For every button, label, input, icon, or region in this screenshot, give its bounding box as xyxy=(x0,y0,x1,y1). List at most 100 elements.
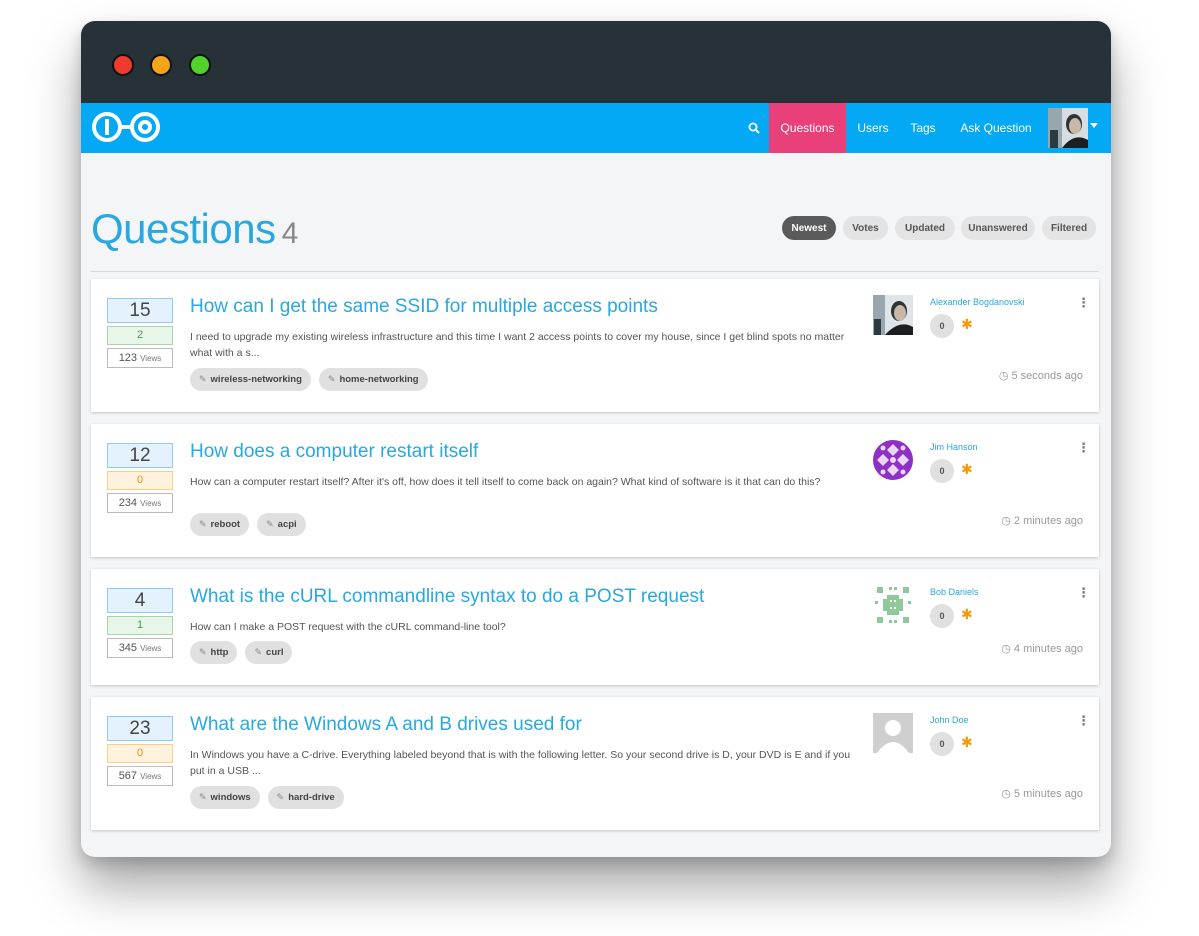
question-card: 4 1 345 Views What is the cURL commandli… xyxy=(91,569,1099,685)
views-label: Views xyxy=(140,499,162,508)
answer-count: 0 xyxy=(107,744,173,763)
views-label: Views xyxy=(140,644,162,653)
question-title[interactable]: How does a computer restart itself xyxy=(190,441,478,463)
tag-chip[interactable]: ✎ hard-drive xyxy=(267,786,344,809)
more-options-icon[interactable]: ⋮ xyxy=(1077,713,1090,729)
views-label: Views xyxy=(140,772,162,781)
tag-chip[interactable]: ✎ reboot xyxy=(190,513,250,536)
view-count: 567 Views xyxy=(107,766,173,786)
timestamp: ◷ 2 minutes ago xyxy=(1001,514,1083,528)
question-card: 23 0 567 Views What are the Windows A an… xyxy=(91,697,1099,830)
star-icon: ✱ xyxy=(961,606,973,622)
vote-count: 12 xyxy=(107,443,173,468)
timestamp-text: 2 minutes ago xyxy=(1013,514,1083,527)
question-title[interactable]: How can I get the same SSID for multiple… xyxy=(190,296,658,318)
question-title[interactable]: What is the cURL commandline syntax to d… xyxy=(190,586,704,608)
tag-chip[interactable]: ✎ acpi xyxy=(257,513,306,536)
tag-chip[interactable]: ✎ curl xyxy=(245,641,293,664)
more-options-icon[interactable]: ⋮ xyxy=(1077,295,1090,311)
tag-list: ✎ http ✎ curl xyxy=(190,641,293,664)
tag-label: acpi xyxy=(277,519,297,530)
question-card: 15 2 123 Views How can I get the same SS… xyxy=(91,279,1099,412)
clock-icon: ◷ xyxy=(998,370,1009,382)
timestamp: ◷ 5 minutes ago xyxy=(1001,787,1083,801)
author-avatar[interactable] xyxy=(873,440,913,480)
author-avatar[interactable] xyxy=(873,295,913,335)
minimize-button[interactable] xyxy=(150,54,172,76)
tag-label: curl xyxy=(266,647,284,658)
tag-icon: ✎ xyxy=(199,647,207,657)
search-icon[interactable] xyxy=(743,103,765,153)
timestamp: ◷ 5 seconds ago xyxy=(998,369,1083,383)
question-card: 12 0 234 Views How does a computer resta… xyxy=(91,424,1099,557)
top-navbar: Questions Users Tags Ask Question xyxy=(81,103,1111,153)
answer-count: 0 xyxy=(107,471,173,490)
answer-count: 1 xyxy=(107,616,173,635)
tag-chip[interactable]: ✎ windows xyxy=(190,786,260,809)
tag-chip[interactable]: ✎ http xyxy=(190,641,238,664)
page-title: Questions 4 xyxy=(91,205,298,253)
nav-tags[interactable]: Tags xyxy=(907,103,939,153)
tag-list: ✎ windows ✎ hard-drive xyxy=(190,786,344,809)
author-avatar[interactable] xyxy=(873,585,913,625)
nav-questions[interactable]: Questions xyxy=(769,103,846,153)
vote-count: 4 xyxy=(107,588,173,613)
star-icon: ✱ xyxy=(961,316,973,332)
app-window: Questions Users Tags Ask Question Questi… xyxy=(81,21,1111,857)
question-count: 4 xyxy=(281,217,299,250)
more-options-icon[interactable]: ⋮ xyxy=(1077,440,1090,456)
tag-chip[interactable]: ✎ wireless-networking xyxy=(190,368,311,391)
author-avatar[interactable] xyxy=(873,713,913,753)
tag-icon: ✎ xyxy=(276,792,285,802)
title-bar xyxy=(81,21,1111,103)
vote-count: 15 xyxy=(107,298,173,323)
site-logo[interactable] xyxy=(90,109,166,145)
tag-label: reboot xyxy=(210,519,241,530)
divider xyxy=(91,271,1099,272)
author-name[interactable]: Alexander Bogdanovski xyxy=(930,297,1025,307)
timestamp: ◷ 4 minutes ago xyxy=(1001,642,1083,656)
star-icon: ✱ xyxy=(961,734,973,750)
tag-label: home-networking xyxy=(339,374,419,385)
nav-ask-question[interactable]: Ask Question xyxy=(958,103,1034,153)
view-count-value: 234 xyxy=(118,497,138,509)
view-count: 345 Views xyxy=(107,638,173,658)
author-name[interactable]: Jim Hanson xyxy=(930,442,978,452)
answer-count: 2 xyxy=(107,326,173,345)
reputation-badge: 0 xyxy=(930,604,954,628)
maximize-button[interactable] xyxy=(189,54,211,76)
question-excerpt: How can a computer restart itself? After… xyxy=(190,476,821,488)
tag-icon: ✎ xyxy=(266,519,274,529)
main-content: Questions 4 Newest Votes Updated Unanswer… xyxy=(81,153,1111,857)
view-count: 234 Views xyxy=(107,493,173,513)
tag-icon: ✎ xyxy=(199,374,207,384)
filter-unanswered[interactable]: Unanswered xyxy=(961,216,1035,240)
filter-filtered[interactable]: Filtered xyxy=(1042,216,1096,240)
tag-list: ✎ wireless-networking ✎ home-networking xyxy=(190,368,428,391)
timestamp-text: 5 seconds ago xyxy=(1011,369,1083,382)
chevron-down-icon[interactable] xyxy=(1090,123,1098,128)
question-title[interactable]: What are the Windows A and B drives used… xyxy=(190,714,582,736)
user-avatar[interactable] xyxy=(1048,108,1088,148)
view-count-value: 123 xyxy=(118,352,138,364)
filter-newest[interactable]: Newest xyxy=(782,216,836,240)
author-name[interactable]: Bob Daniels xyxy=(930,587,979,597)
page-title-text: Questions xyxy=(91,205,276,252)
filter-updated[interactable]: Updated xyxy=(895,216,955,240)
tag-icon: ✎ xyxy=(327,374,336,384)
tag-label: wireless-networking xyxy=(210,374,302,385)
tag-chip[interactable]: ✎ home-networking xyxy=(318,368,428,391)
tag-label: http xyxy=(210,647,229,658)
author-name[interactable]: John Doe xyxy=(930,715,969,725)
star-icon: ✱ xyxy=(961,461,973,477)
nav-users[interactable]: Users xyxy=(854,103,892,153)
filter-votes[interactable]: Votes xyxy=(843,216,888,240)
clock-icon: ◷ xyxy=(1001,788,1011,800)
tag-label: hard-drive xyxy=(288,792,335,803)
reputation-badge: 0 xyxy=(930,732,954,756)
clock-icon: ◷ xyxy=(1001,643,1011,655)
close-button[interactable] xyxy=(112,54,134,76)
tag-icon: ✎ xyxy=(199,519,207,529)
more-options-icon[interactable]: ⋮ xyxy=(1077,585,1090,601)
view-count-value: 567 xyxy=(118,770,138,782)
